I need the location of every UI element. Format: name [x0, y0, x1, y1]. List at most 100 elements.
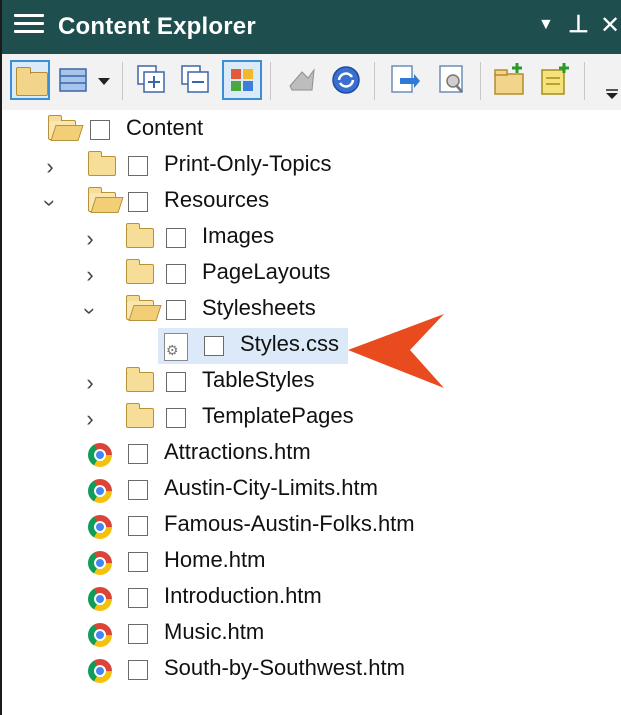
table-view-icon — [59, 68, 87, 92]
tree-item-label: Music.htm — [164, 619, 265, 644]
chevron-down-icon[interactable]: › — [37, 193, 63, 213]
grid-view-button[interactable] — [222, 60, 262, 100]
refresh-icon — [332, 66, 360, 94]
tree-item[interactable]: › Resources — [2, 184, 602, 220]
tree-item[interactable]: South-by-Southwest.htm — [2, 652, 602, 688]
new-file-icon — [541, 63, 569, 95]
checkbox[interactable] — [166, 372, 186, 392]
folder-icon — [126, 259, 154, 284]
tree-root[interactable]: Content — [2, 112, 602, 148]
checkbox[interactable] — [90, 120, 110, 140]
grid-view-icon — [231, 69, 253, 91]
panel-title: Content Explorer — [58, 13, 256, 40]
dropdown-icon — [98, 78, 110, 85]
stylesheet-file-icon — [164, 333, 188, 361]
toolbar-separator — [122, 62, 123, 100]
tree-item-label: Resources — [164, 187, 270, 212]
checkbox[interactable] — [128, 156, 148, 176]
expand-all-button[interactable] — [132, 60, 172, 100]
overflow-chevron-icon — [606, 89, 618, 99]
tree-item[interactable]: Music.htm — [2, 616, 602, 652]
send-button[interactable] — [282, 60, 322, 100]
checkbox[interactable] — [166, 408, 186, 428]
folder-icon — [16, 67, 48, 96]
dropdown-arrow-icon[interactable]: ▼ — [538, 16, 554, 34]
properties-button[interactable] — [432, 60, 472, 100]
checkbox[interactable] — [128, 552, 148, 572]
chevron-right-icon[interactable]: › — [80, 406, 100, 432]
toolbar-separator — [374, 62, 375, 100]
folder-view-button[interactable] — [10, 60, 50, 100]
panel-titlebar: Content Explorer ▼ ⊥ ✕ — [2, 0, 621, 54]
tree-item-label: South-by-Southwest.htm — [164, 655, 405, 680]
callout-arrow-icon — [348, 314, 444, 388]
tree-item[interactable]: Famous-Austin-Folks.htm — [2, 508, 602, 544]
checkbox[interactable] — [204, 336, 224, 356]
open-folder-icon — [126, 295, 154, 320]
chevron-down-icon[interactable]: › — [77, 301, 103, 321]
tree-item[interactable]: › TemplatePages — [2, 400, 602, 436]
pin-icon[interactable]: ⊥ — [568, 10, 589, 39]
tree-item-label: TemplatePages — [202, 403, 354, 428]
chevron-right-icon[interactable]: › — [40, 154, 60, 180]
folder-icon — [126, 367, 154, 392]
folder-icon — [126, 403, 154, 428]
tree-item[interactable]: › TableStyles — [2, 364, 602, 400]
tree-item-label: Print-Only-Topics — [164, 151, 332, 176]
checkbox[interactable] — [128, 480, 148, 500]
checkbox[interactable] — [166, 228, 186, 248]
tree-item[interactable]: › Stylesheets — [2, 292, 602, 328]
chrome-icon — [88, 659, 112, 683]
folder-icon — [88, 151, 116, 176]
chrome-icon — [88, 551, 112, 575]
properties-icon — [439, 65, 463, 93]
toolbar-separator — [584, 62, 585, 100]
checkbox[interactable] — [128, 516, 148, 536]
checkbox[interactable] — [128, 660, 148, 680]
tree-item-label: Introduction.htm — [164, 583, 322, 608]
chrome-icon — [88, 479, 112, 503]
content-explorer-panel: Content Explorer ▼ ⊥ ✕ Content › Print-O… — [0, 0, 621, 715]
tree-item-selected[interactable]: Styles.css — [2, 328, 602, 364]
tree-item[interactable]: Attractions.htm — [2, 436, 602, 472]
checkbox[interactable] — [128, 588, 148, 608]
tree-item-label: Images — [202, 223, 275, 248]
open-folder-icon — [88, 187, 116, 212]
tree-item[interactable]: › Images — [2, 220, 602, 256]
tree-item[interactable]: Home.htm — [2, 544, 602, 580]
checkbox[interactable] — [128, 192, 148, 212]
hamburger-menu-icon[interactable] — [14, 14, 44, 38]
chrome-icon — [88, 623, 112, 647]
new-folder-button[interactable] — [490, 60, 530, 100]
tree-item[interactable]: Introduction.htm — [2, 580, 602, 616]
toolbar-overflow-button[interactable] — [602, 60, 621, 100]
new-folder-icon — [494, 63, 524, 95]
new-file-button[interactable] — [536, 60, 576, 100]
checkbox[interactable] — [128, 444, 148, 464]
folder-icon — [126, 223, 154, 248]
table-view-button[interactable] — [54, 60, 94, 100]
chevron-right-icon[interactable]: › — [80, 262, 100, 288]
chevron-right-icon[interactable]: › — [80, 370, 100, 396]
close-icon[interactable]: ✕ — [600, 11, 620, 40]
collapse-all-icon — [181, 65, 209, 93]
checkbox[interactable] — [128, 624, 148, 644]
tree-item[interactable]: Austin-City-Limits.htm — [2, 472, 602, 508]
checkbox[interactable] — [166, 300, 186, 320]
collapse-all-button[interactable] — [176, 60, 216, 100]
chevron-right-icon[interactable]: › — [80, 226, 100, 252]
tree-item-label: PageLayouts — [202, 259, 331, 284]
tree-item-label: Famous-Austin-Folks.htm — [164, 511, 415, 536]
expand-all-icon — [137, 65, 165, 93]
view-dropdown-button[interactable] — [92, 60, 116, 100]
checkbox[interactable] — [166, 264, 186, 284]
open-folder-icon — [48, 115, 76, 140]
tree-item-label: Austin-City-Limits.htm — [164, 475, 378, 500]
chrome-icon — [88, 515, 112, 539]
tree-item[interactable]: › Print-Only-Topics — [2, 148, 602, 184]
refresh-button[interactable] — [326, 60, 366, 100]
tree-item-label: Stylesheets — [202, 295, 316, 320]
open-file-button[interactable] — [384, 60, 424, 100]
tree-item[interactable]: › PageLayouts — [2, 256, 602, 292]
chrome-icon — [88, 443, 112, 467]
